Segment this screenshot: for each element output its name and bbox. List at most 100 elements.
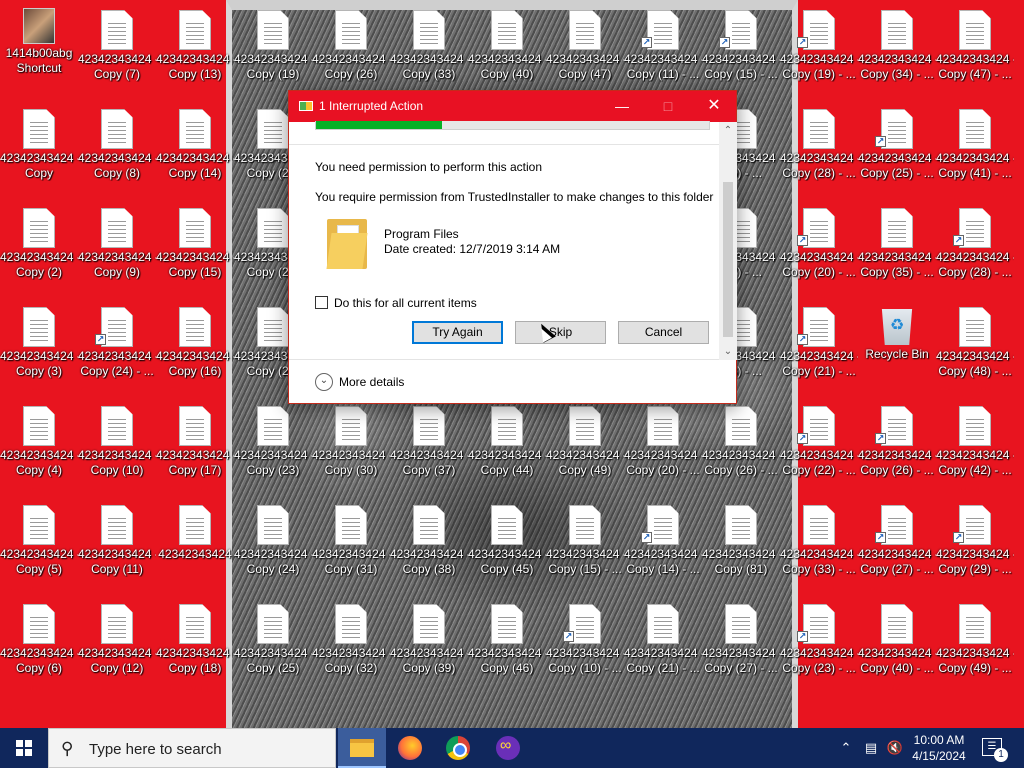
desktop-file-icon[interactable]: ↗ 42342343424 - Copy (21) - ...: [780, 299, 858, 391]
chrome-taskbar-button[interactable]: [434, 728, 482, 768]
desktop-file-icon[interactable]: 42342343424 - Copy (47): [546, 2, 624, 94]
recycle-bin-desktop-icon[interactable]: ♻ Recycle Bin: [858, 299, 936, 391]
more-details-link[interactable]: More details: [339, 375, 404, 389]
desktop-file-icon[interactable]: 42342343424 - Copy (33): [390, 2, 468, 94]
try-again-button[interactable]: Try Again: [412, 321, 503, 344]
desktop-file-icon[interactable]: ↗ 42342343424 - Copy (19) - ...: [780, 2, 858, 94]
scroll-down-icon[interactable]: ⌄: [719, 343, 737, 360]
desktop-file-icon[interactable]: ↗ 42342343424 - Copy (26) - ...: [858, 398, 936, 490]
desktop-file-icon[interactable]: 42342343424 - Copy (4): [0, 398, 78, 490]
desktop-file-icon[interactable]: 42342343424: [156, 497, 234, 589]
desktop-file-icon[interactable]: 42342343424 - Copy (21) - ...: [624, 596, 702, 688]
desktop-file-icon[interactable]: 42342343424 - Copy (40): [468, 2, 546, 94]
scroll-up-icon[interactable]: ⌃: [719, 122, 737, 139]
desktop-file-icon[interactable]: 42342343424 - Copy (26) - ...: [702, 398, 780, 490]
desktop-file-icon[interactable]: 42342343424 - Copy (3): [0, 299, 78, 391]
desktop-file-icon[interactable]: 42342343424 - Copy (15): [156, 200, 234, 292]
desktop-file-icon[interactable]: 42342343424 - Copy (16): [156, 299, 234, 391]
desktop-file-icon[interactable]: ↗ 42342343424 - Copy (28) - ...: [936, 200, 1014, 292]
desktop-file-icon[interactable]: 42342343424 - Copy (5): [0, 497, 78, 589]
apply-all-label[interactable]: Do this for all current items: [334, 296, 477, 310]
desktop-file-icon[interactable]: ↗ 42342343424 - Copy (15) - ...: [702, 2, 780, 94]
close-button[interactable]: ✕: [691, 91, 737, 122]
desktop-file-icon[interactable]: ↗ 42342343424 - Copy (14) - ...: [624, 497, 702, 589]
desktop-file-icon[interactable]: 42342343424 - Copy (25): [234, 596, 312, 688]
skip-button[interactable]: Skip: [515, 321, 606, 344]
desktop-file-icon[interactable]: 1414b00abg Shortcut: [0, 2, 78, 94]
icon-label: 42342343424 -: [0, 448, 78, 462]
desktop-file-icon[interactable]: 42342343424 - Copy (2): [0, 200, 78, 292]
desktop-file-icon[interactable]: 42342343424 - Copy (19): [234, 2, 312, 94]
desktop-file-icon[interactable]: 42342343424 - Copy (49) - ...: [936, 596, 1014, 688]
desktop-file-icon[interactable]: 42342343424 - Copy (7): [78, 2, 156, 94]
desktop-file-icon[interactable]: 42342343424 - Copy (13): [156, 2, 234, 94]
desktop-file-icon[interactable]: 42342343424 - Copy (15) - ...: [546, 497, 624, 589]
desktop-file-icon[interactable]: 42342343424 - Copy (48) - ...: [936, 299, 1014, 391]
desktop-file-icon[interactable]: 42342343424 - Copy (9): [78, 200, 156, 292]
taskbar-search-box[interactable]: ⚲ Type here to search: [48, 728, 336, 768]
desktop-file-icon[interactable]: 42342343424 - Copy (14): [156, 101, 234, 193]
minimize-button[interactable]: —: [599, 91, 645, 122]
desktop-file-icon[interactable]: 42342343424 - Copy (28) - ...: [780, 101, 858, 193]
firefox-taskbar-button[interactable]: [386, 728, 434, 768]
desktop-file-icon[interactable]: 42342343424 - Copy (17): [156, 398, 234, 490]
icon-label: Copy (20) - ...: [626, 463, 700, 477]
desktop-file-icon[interactable]: ↗ 42342343424 - Copy (23) - ...: [780, 596, 858, 688]
text-file-icon: [335, 497, 367, 545]
desktop-file-icon[interactable]: 42342343424 - Copy (45): [468, 497, 546, 589]
chevron-down-icon[interactable]: ⌄: [315, 373, 333, 391]
desktop-file-icon[interactable]: 42342343424 - Copy (24): [234, 497, 312, 589]
desktop-file-icon[interactable]: 42342343424 - Copy (42) - ...: [936, 398, 1014, 490]
desktop-file-icon[interactable]: ↗ 42342343424 - Copy (10) - ...: [546, 596, 624, 688]
icon-label: 42342343424 -: [78, 547, 156, 561]
file-explorer-taskbar-button[interactable]: [338, 728, 386, 768]
desktop-file-icon[interactable]: 42342343424 - Copy (23): [234, 398, 312, 490]
icon-label: Copy (25) - ...: [860, 166, 934, 180]
mask-app-taskbar-button[interactable]: [484, 728, 532, 768]
taskbar-clock[interactable]: 10:00 AM 4/15/2024: [906, 732, 972, 764]
desktop-file-icon[interactable]: 42342343424 - Copy (32): [312, 596, 390, 688]
desktop-file-icon[interactable]: 42342343424 - Copy (39): [390, 596, 468, 688]
desktop-file-icon[interactable]: 42342343424 - Copy (46): [468, 596, 546, 688]
start-button[interactable]: [0, 728, 48, 768]
cancel-button[interactable]: Cancel: [618, 321, 709, 344]
desktop-file-icon[interactable]: 42342343424 - Copy (81): [702, 497, 780, 589]
dialog-titlebar[interactable]: 1 Interrupted Action — □ ✕: [289, 91, 736, 122]
desktop-file-icon[interactable]: 42342343424 - Copy (35) - ...: [858, 200, 936, 292]
desktop-file-icon[interactable]: 42342343424 - Copy (11): [78, 497, 156, 589]
desktop-file-icon[interactable]: 42342343424 - Copy (38): [390, 497, 468, 589]
desktop-file-icon[interactable]: 42342343424 - Copy (6): [0, 596, 78, 688]
desktop-file-icon[interactable]: 42342343424 - Copy (33) - ...: [780, 497, 858, 589]
desktop-file-icon[interactable]: ↗ 42342343424 - Copy (29) - ...: [936, 497, 1014, 589]
desktop-file-icon[interactable]: 42342343424 - Copy (37): [390, 398, 468, 490]
desktop-file-icon[interactable]: 42342343424 - Copy (20) - ...: [624, 398, 702, 490]
desktop-file-icon[interactable]: 42342343424 - Copy (10): [78, 398, 156, 490]
dialog-scrollbar[interactable]: ⌃ ⌄: [719, 122, 737, 360]
desktop-file-icon[interactable]: 42342343424 - Copy (47) - ...: [936, 2, 1014, 94]
desktop-file-icon[interactable]: 42342343424 - Copy (49): [546, 398, 624, 490]
desktop-file-icon[interactable]: 42342343424 - Copy (31): [312, 497, 390, 589]
desktop-file-icon[interactable]: ↗ 42342343424 - Copy (24) - ...: [78, 299, 156, 391]
desktop-file-icon[interactable]: ↗ 42342343424 - Copy (11) - ...: [624, 2, 702, 94]
desktop-file-icon[interactable]: 42342343424 - Copy (27) - ...: [702, 596, 780, 688]
desktop-file-icon[interactable]: 42342343424 - Copy (26): [312, 2, 390, 94]
desktop-file-icon[interactable]: 42342343424 - Copy: [0, 101, 78, 193]
desktop-file-icon[interactable]: 42342343424 - Copy (30): [312, 398, 390, 490]
desktop-file-icon[interactable]: 42342343424 - Copy (41) - ...: [936, 101, 1014, 193]
desktop-file-icon[interactable]: ↗ 42342343424 - Copy (27) - ...: [858, 497, 936, 589]
desktop-file-icon[interactable]: ↗ 42342343424 - Copy (22) - ...: [780, 398, 858, 490]
chevron-up-icon[interactable]: ⌃: [836, 728, 856, 768]
desktop-file-icon[interactable]: 42342343424 - Copy (34) - ...: [858, 2, 936, 94]
desktop-file-icon[interactable]: 42342343424 - Copy (12): [78, 596, 156, 688]
desktop-file-icon[interactable]: 42342343424 - Copy (8): [78, 101, 156, 193]
desktop-file-icon[interactable]: ↗ 42342343424 - Copy (25) - ...: [858, 101, 936, 193]
icon-label: 42342343424 -: [702, 52, 780, 66]
desktop-file-icon[interactable]: ↗ 42342343424 - Copy (20) - ...: [780, 200, 858, 292]
network-icon[interactable]: ▤: [860, 728, 882, 768]
desktop-file-icon[interactable]: 42342343424 - Copy (18): [156, 596, 234, 688]
apply-all-checkbox[interactable]: [315, 296, 328, 309]
desktop-file-icon[interactable]: 42342343424 - Copy (40) - ...: [858, 596, 936, 688]
scrollbar-thumb[interactable]: [723, 182, 733, 337]
desktop-file-icon[interactable]: 42342343424 - Copy (44): [468, 398, 546, 490]
volume-muted-icon[interactable]: 🔇: [884, 728, 906, 768]
